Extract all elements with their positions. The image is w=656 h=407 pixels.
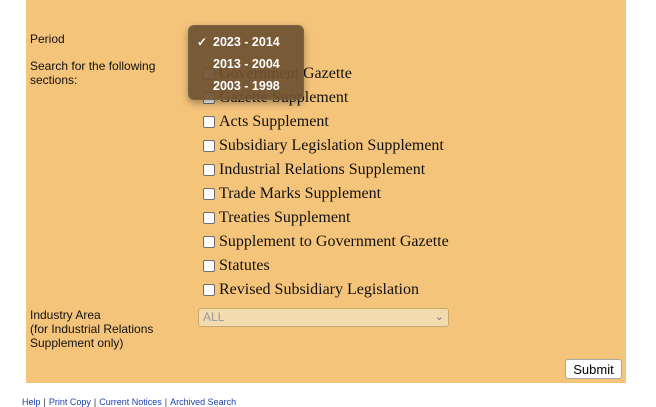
section-checkbox-row[interactable]: Subsidiary Legislation Supplement <box>203 134 449 158</box>
checkmark-icon: ✓ <box>197 35 208 49</box>
section-checkbox-row[interactable]: Industrial Relations Supplement <box>203 158 449 182</box>
section-checkbox-label: Subsidiary Legislation Supplement <box>219 137 444 154</box>
footer-separator: | <box>43 397 46 407</box>
section-checkbox[interactable] <box>203 164 215 176</box>
footer-link[interactable]: Archived Search <box>170 397 236 407</box>
section-checkbox[interactable] <box>203 284 215 296</box>
section-checkbox[interactable] <box>203 140 215 152</box>
period-dropdown-menu[interactable]: ✓ 2023 - 2014 2013 - 2004 2003 - 1998 <box>188 25 304 100</box>
section-checkbox-label: Revised Subsidiary Legislation <box>219 281 419 298</box>
footer-separator: | <box>164 397 168 407</box>
section-checkbox-row[interactable]: Statutes <box>203 254 449 278</box>
section-checkbox-row[interactable]: Treaties Supplement <box>203 206 449 230</box>
section-checkbox-label: Acts Supplement <box>219 113 329 130</box>
section-checkbox[interactable] <box>203 116 215 128</box>
industry-area-label: Industry Area (for Industrial Relations … <box>30 308 153 350</box>
footer-separator: | <box>93 397 97 407</box>
footer-link[interactable]: Current Notices <box>99 397 162 407</box>
footer-links: Help | Print Copy | Current Notices | Archived… <box>22 397 236 407</box>
sections-label: Search for the following sections: <box>30 59 156 87</box>
section-checkbox-row[interactable]: Revised Subsidiary Legislation <box>203 278 449 302</box>
footer-link[interactable]: Help <box>22 397 41 407</box>
industry-area-label-line-1: Industry Area <box>30 308 101 322</box>
period-option[interactable]: 2013 - 2004 <box>189 53 303 75</box>
period-label: Period <box>30 32 65 46</box>
section-checkbox-row[interactable]: Supplement to Government Gazette <box>203 230 449 254</box>
section-checkbox[interactable] <box>203 188 215 200</box>
period-option-label: 2003 - 1998 <box>213 79 280 93</box>
industry-area-select[interactable]: ALL ⌄ <box>198 308 449 327</box>
industry-area-label-line-3: Supplement only) <box>30 336 124 350</box>
section-checkbox-label: Statutes <box>219 257 270 274</box>
section-checkbox-label: Supplement to Government Gazette <box>219 233 449 250</box>
section-checkbox-label: Treaties Supplement <box>219 209 351 226</box>
section-checkbox-label: Trade Marks Supplement <box>219 185 382 202</box>
period-option[interactable]: 2003 - 1998 <box>189 75 303 97</box>
period-option-label: 2023 - 2014 <box>213 35 280 49</box>
section-checkbox-label: Industrial Relations Supplement <box>219 161 426 178</box>
section-checkbox[interactable] <box>203 260 215 272</box>
section-checkbox[interactable] <box>203 236 215 248</box>
period-option-label: 2013 - 2004 <box>213 57 280 71</box>
submit-button[interactable]: Submit <box>565 359 622 379</box>
section-checkbox-row[interactable]: Trade Marks Supplement <box>203 182 449 206</box>
chevron-down-icon: ⌄ <box>434 311 444 323</box>
section-checkbox-row[interactable]: Acts Supplement <box>203 110 449 134</box>
period-option[interactable]: ✓ 2023 - 2014 <box>189 31 303 53</box>
section-checkbox[interactable] <box>203 212 215 224</box>
industry-area-select-value: ALL <box>203 310 225 324</box>
industry-area-label-line-2: (for Industrial Relations <box>30 322 154 336</box>
footer-link[interactable]: Print Copy <box>49 397 91 407</box>
